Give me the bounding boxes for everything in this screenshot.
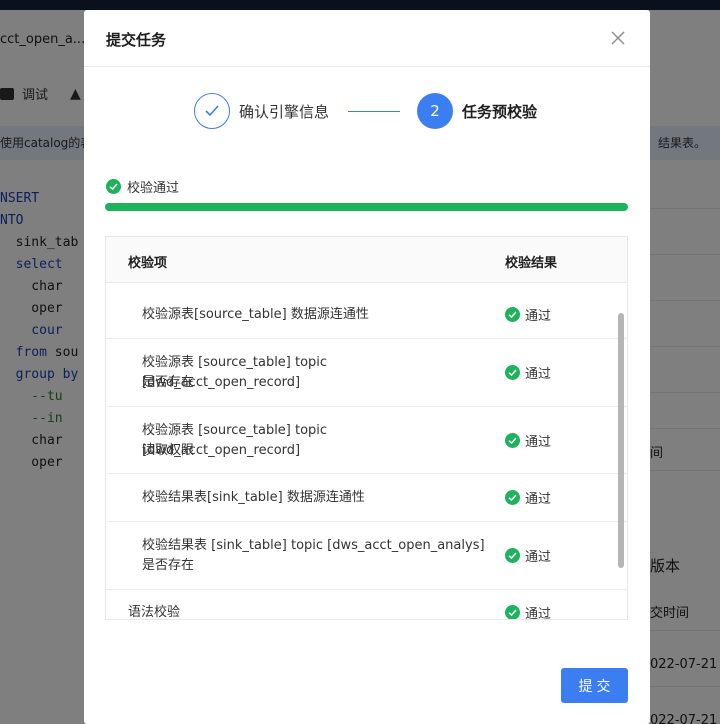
result-text: 通过 [525, 309, 552, 324]
pass-icon [505, 605, 520, 619]
table-header: 校验项 校验结果 [106, 237, 627, 283]
validation-status: 校验通过 [106, 177, 179, 196]
table-row: 语法校验 通过 [106, 590, 627, 620]
success-check-icon [106, 179, 121, 194]
check-result: 通过 [505, 431, 551, 450]
step-1-indicator [194, 93, 230, 129]
result-text: 通过 [525, 607, 552, 620]
close-icon [611, 31, 625, 45]
table-row: 校验结果表 [sink_table] topic [dws_acct_open_… [106, 522, 627, 590]
pass-icon [505, 490, 520, 505]
validation-table: 校验项 校验结果 校验源表[source_table] 数据源连通性 通过 校验… [105, 236, 628, 620]
check-item: 校验结果表[sink_table] 数据源连通性 [142, 490, 365, 505]
check-icon [205, 105, 219, 117]
check-result: 通过 [505, 603, 552, 620]
pass-icon [505, 433, 520, 448]
step-1-label: 确认引擎信息 [239, 103, 330, 121]
close-button[interactable] [608, 28, 628, 48]
result-text: 通过 [525, 550, 552, 565]
check-result: 通过 [505, 546, 551, 565]
status-text: 校验通过 [127, 181, 180, 196]
result-text: 通过 [525, 367, 552, 382]
check-item-line1: 校验结果表 [sink_table] topic [dws_acct_open_… [142, 538, 485, 553]
table-scrollbar[interactable] [618, 313, 624, 568]
result-text: 通过 [525, 435, 552, 450]
table-row: 校验源表 [source_table] topic [dwd_acct_open… [106, 339, 627, 407]
pass-icon [505, 548, 520, 563]
pass-icon [505, 365, 520, 380]
check-result: 通过 [505, 305, 551, 324]
check-item: 语法校验 [128, 605, 181, 620]
table-row: 校验源表[source_table] 数据源连通性 通过 [106, 291, 627, 339]
table-body[interactable]: 校验源表[source_table] 数据源连通性 通过 校验源表 [sourc… [106, 291, 627, 620]
check-result: 通过 [505, 363, 551, 382]
modal-title: 提交任务 [106, 31, 167, 49]
column-header-result: 校验结果 [505, 256, 558, 271]
submit-button[interactable]: 提交 [561, 668, 628, 703]
submit-task-modal: 提交任务 确认引擎信息 2 任务预校验 校验通过 校验项 校验结果 校验源表[s… [84, 10, 650, 724]
step-2-indicator: 2 [417, 93, 453, 129]
result-text: 通过 [525, 492, 552, 507]
check-result: 通过 [505, 488, 551, 507]
step-connector [348, 111, 400, 112]
pass-icon [505, 307, 520, 322]
check-item-line2: 是否存在 [142, 558, 195, 573]
table-row: 校验结果表[sink_table] 数据源连通性 通过 [106, 474, 627, 522]
column-header-item: 校验项 [128, 256, 168, 271]
step-2-label: 任务预校验 [462, 103, 538, 121]
table-row: 校验源表 [source_table] topic [dwd_acct_open… [106, 407, 627, 474]
steps: 确认引擎信息 2 任务预校验 [84, 90, 650, 134]
check-item-line2: 是否存在 [142, 375, 195, 390]
progress-bar [105, 203, 628, 211]
check-item-line2: 读取权限 [142, 443, 195, 458]
modal-header: 提交任务 [84, 10, 650, 67]
check-item: 校验源表[source_table] 数据源连通性 [142, 307, 369, 322]
